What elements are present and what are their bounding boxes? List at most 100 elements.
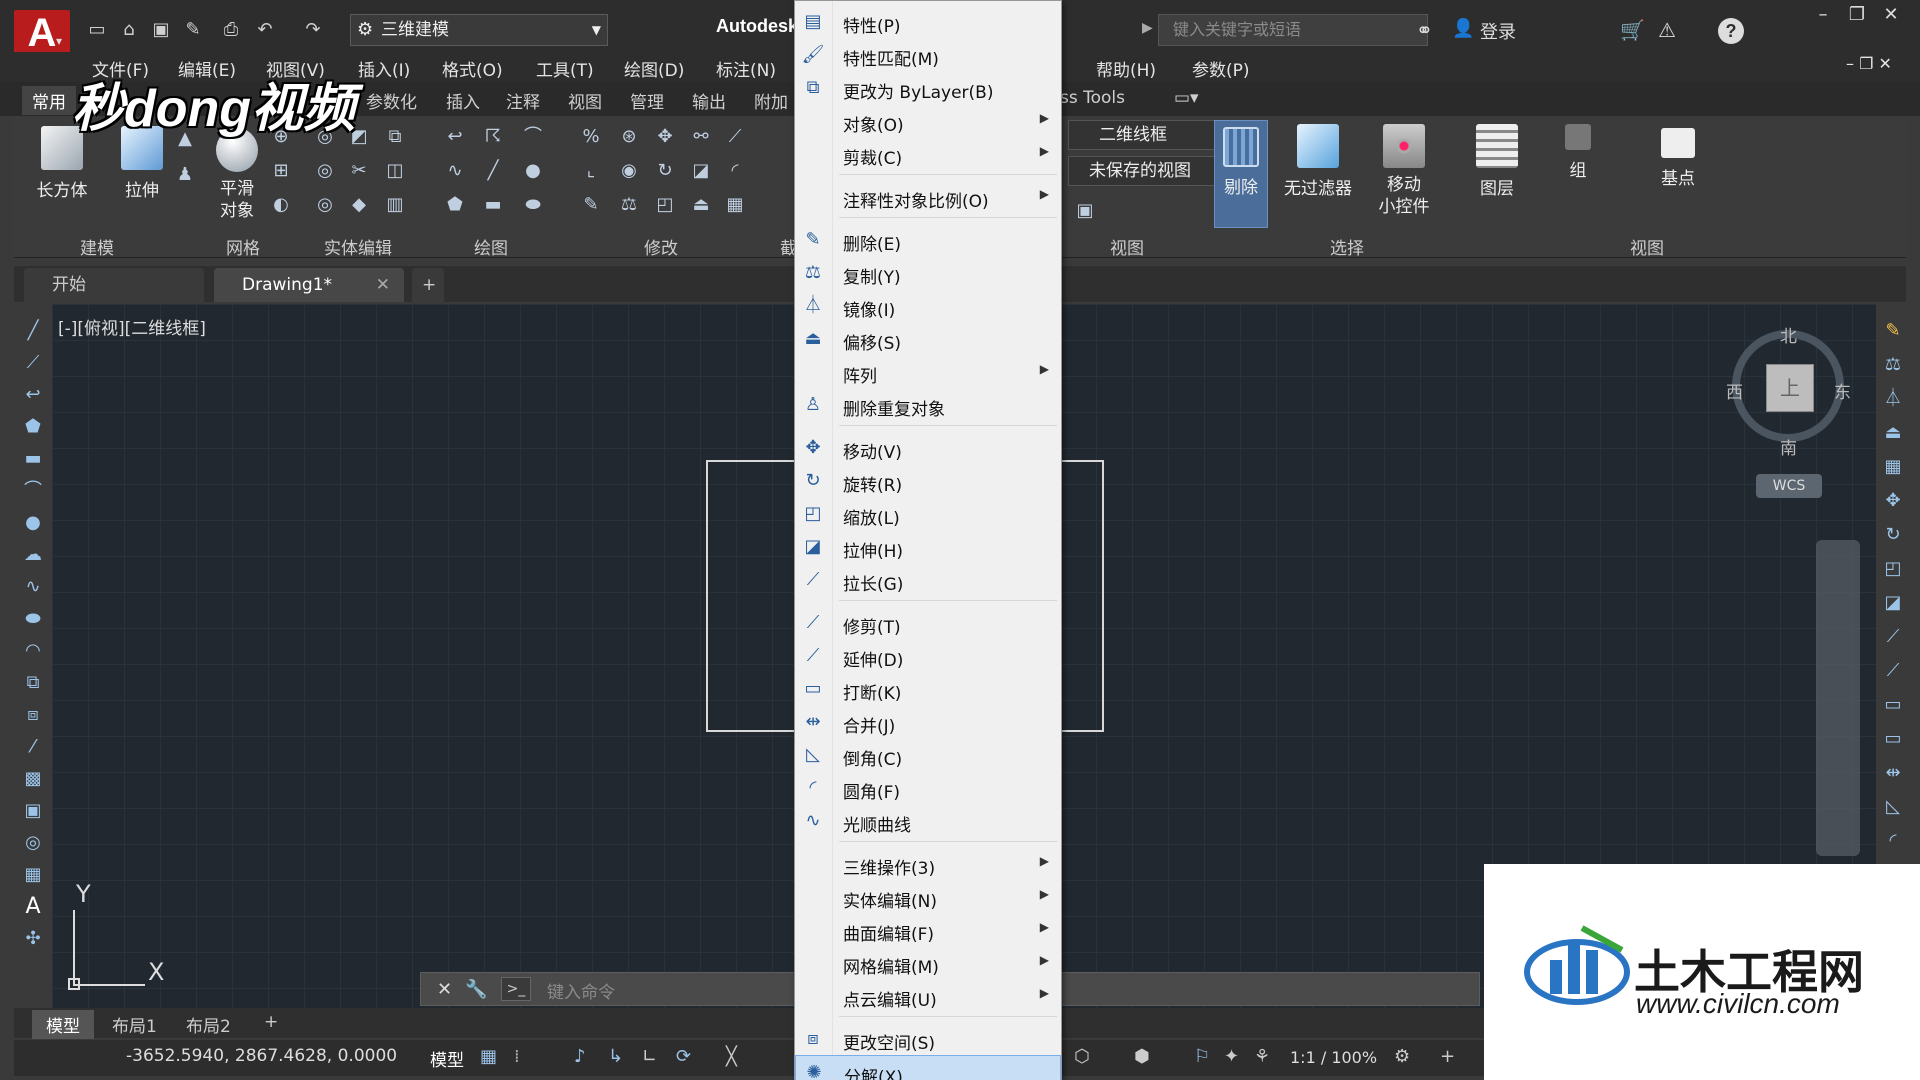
base-point-button[interactable]: 基点 (1636, 128, 1720, 189)
sweep-icon[interactable]: ♟ (174, 164, 196, 186)
intersect-icon[interactable]: ⧉ (384, 126, 406, 148)
auto-scale-icon[interactable]: ✦ (1224, 1046, 1239, 1067)
group-button[interactable]: 组 (1546, 124, 1610, 181)
erase-tool-icon[interactable]: ✎ (580, 194, 602, 216)
mesh-crease-icon[interactable]: ◐ (270, 194, 292, 216)
search-input[interactable]: 键入关键字或短语 (1158, 14, 1428, 46)
close-icon[interactable]: ✕ (376, 268, 390, 302)
scale-tool-icon[interactable]: ◰ (654, 194, 676, 216)
construction-line-icon[interactable]: ⟋ (20, 350, 46, 376)
polyline-icon[interactable]: ↩ (444, 126, 466, 148)
dynamic-input-icon[interactable]: ↳ (608, 1046, 623, 1067)
separate-icon[interactable]: ▥ (384, 194, 406, 216)
circle-icon[interactable]: ● (522, 160, 544, 182)
add-layout-icon[interactable]: + (250, 1010, 292, 1034)
stretch-tool-icon[interactable]: ◪ (690, 160, 712, 182)
tab-tools[interactable]: ss Tools (1060, 88, 1125, 108)
3d-osnap-icon[interactable]: ⬡ (1074, 1046, 1090, 1067)
compass-south[interactable]: 南 (1780, 434, 1797, 459)
tab-view[interactable]: 视图 (568, 88, 602, 113)
3d-move-icon[interactable]: ✥ (654, 126, 676, 148)
compass-north[interactable]: 北 (1780, 322, 1797, 347)
tab-home[interactable]: 常用 (22, 86, 76, 115)
context-menu-item[interactable]: ▤ 特性(P) (795, 5, 1061, 38)
doc-window-controls[interactable]: – ❐ ✕ (1846, 54, 1892, 73)
panel-mesh[interactable]: 网格 (226, 234, 260, 259)
compass-west[interactable]: 西 (1726, 378, 1743, 403)
context-menu-item[interactable]: ✺ 分解(X) (795, 1055, 1061, 1080)
gradient-tool-icon[interactable]: ▣ (20, 798, 46, 824)
fillet-tool-icon[interactable]: ◜ (724, 160, 746, 182)
stretch-icon[interactable]: ◪ (1880, 590, 1906, 616)
hatch-tool-icon[interactable]: ▩ (20, 766, 46, 792)
annotation-scale-select[interactable]: 1:1 / 100% (1290, 1048, 1377, 1067)
tab-annotate[interactable]: 注释 (506, 88, 540, 113)
fillet-icon[interactable]: ◜ (1880, 828, 1906, 854)
save-icon[interactable]: ▣ (148, 18, 174, 42)
panel-solid-editing[interactable]: 实体编辑 (324, 234, 392, 259)
context-menu-item[interactable]: ⇹ 合并(J) (795, 705, 1061, 738)
model-space-button[interactable]: 模型 (430, 1046, 464, 1071)
polyline-tool-icon[interactable]: ↩ (20, 382, 46, 408)
context-menu-item[interactable]: ⏃ 镜像(I) (795, 289, 1061, 322)
context-menu-item[interactable]: ▭ 打断(K) (795, 672, 1061, 705)
tab-output[interactable]: 输出 (692, 88, 726, 113)
context-menu-item[interactable]: ◜ 圆角(F) (795, 771, 1061, 804)
close-icon[interactable]: ✕ (437, 979, 452, 1000)
panel-modify[interactable]: 修改 (644, 234, 678, 259)
scale-icon[interactable]: ◰ (1880, 556, 1906, 582)
panel-draw[interactable]: 绘图 (474, 234, 508, 259)
dynamic-ucs-icon[interactable]: ⬢ (1134, 1046, 1150, 1067)
tab-layout2[interactable]: 布局2 (172, 1010, 245, 1039)
region-tool-icon[interactable]: ◎ (20, 830, 46, 856)
helix-icon[interactable]: ☈ (482, 126, 504, 148)
undo-icon[interactable]: ↶ (252, 18, 278, 42)
offset-tool-icon[interactable]: ⌞ (580, 160, 602, 182)
add-selected-icon[interactable]: ✣ (20, 926, 46, 952)
infer-icon[interactable]: ♪ (574, 1046, 586, 1067)
rotate-tool-icon[interactable]: ↻ (654, 160, 676, 182)
trim-tool-icon[interactable]: ⟋ (724, 126, 746, 148)
trim-icon[interactable]: ⟋ (1880, 624, 1906, 650)
break-icon[interactable]: ▭ (1880, 692, 1906, 718)
ellipse-arc-tool-icon[interactable]: ◠ (20, 638, 46, 664)
context-menu-item[interactable]: 点云编辑(U) ▶ (795, 979, 1061, 1012)
tab-model[interactable]: 模型 (32, 1010, 94, 1039)
context-menu-item[interactable]: ✥ 移动(V) (795, 431, 1061, 464)
redo-icon[interactable]: ↷ (300, 18, 326, 42)
compass-east[interactable]: 东 (1834, 378, 1851, 403)
context-menu-item[interactable]: 曲面编辑(F) ▶ (795, 913, 1061, 946)
context-menu-item[interactable]: ∿ 光顺曲线 (795, 804, 1061, 837)
point-tool-icon[interactable]: ⁄ (20, 734, 46, 760)
circle-tool-icon[interactable]: ● (20, 510, 46, 536)
imprint-icon[interactable]: ◆ (348, 194, 370, 216)
panel-view-2[interactable]: 视图 (1630, 234, 1664, 259)
context-menu-item[interactable]: 剪裁(C) ▶ (795, 137, 1061, 170)
tab-parametric[interactable]: 参数化 (366, 88, 417, 113)
context-menu-item[interactable]: 实体编辑(N) ▶ (795, 880, 1061, 913)
visual-style-select[interactable]: 二维线框 (1068, 120, 1218, 150)
open-file-icon[interactable]: ⌂ (116, 18, 142, 42)
polygon-tool-icon[interactable]: ⬟ (20, 414, 46, 440)
revcloud-tool-icon[interactable]: ☁ (20, 542, 46, 568)
viewport-controls[interactable]: [-][俯视][二维线框] (58, 314, 206, 339)
annotation-scale-icon[interactable]: ⚘ (1254, 1046, 1270, 1067)
offset2-tool-icon[interactable]: ⏏ (690, 194, 712, 216)
menu-help[interactable]: 帮助(H) (1096, 56, 1156, 81)
context-menu-item[interactable]: 阵列 ▶ (795, 355, 1061, 388)
context-menu-item[interactable]: ◰ 缩放(L) (795, 497, 1061, 530)
cull-button[interactable]: 剔除 (1214, 120, 1268, 228)
offset-icon[interactable]: ⏏ (1880, 420, 1906, 446)
insert-block-icon[interactable]: ⧉ (20, 670, 46, 696)
extract-edges-icon[interactable]: ◎ (314, 194, 336, 216)
a360-icon[interactable]: ⚠ (1658, 18, 1676, 42)
array-tool-icon[interactable]: ▦ (724, 194, 746, 216)
join-icon[interactable]: ⇹ (1880, 760, 1906, 786)
panel-selection[interactable]: 选择 (1330, 234, 1364, 259)
extend-icon[interactable]: ⟋ (1880, 658, 1906, 684)
3d-rotate-icon[interactable]: ⊛ (618, 126, 640, 148)
wcs-menu[interactable]: WCS (1756, 474, 1822, 498)
context-menu-item[interactable]: ◺ 倒角(C) (795, 738, 1061, 771)
close-icon[interactable]: ✕ (1874, 4, 1908, 25)
arc-icon[interactable]: ⌒ (522, 126, 544, 148)
